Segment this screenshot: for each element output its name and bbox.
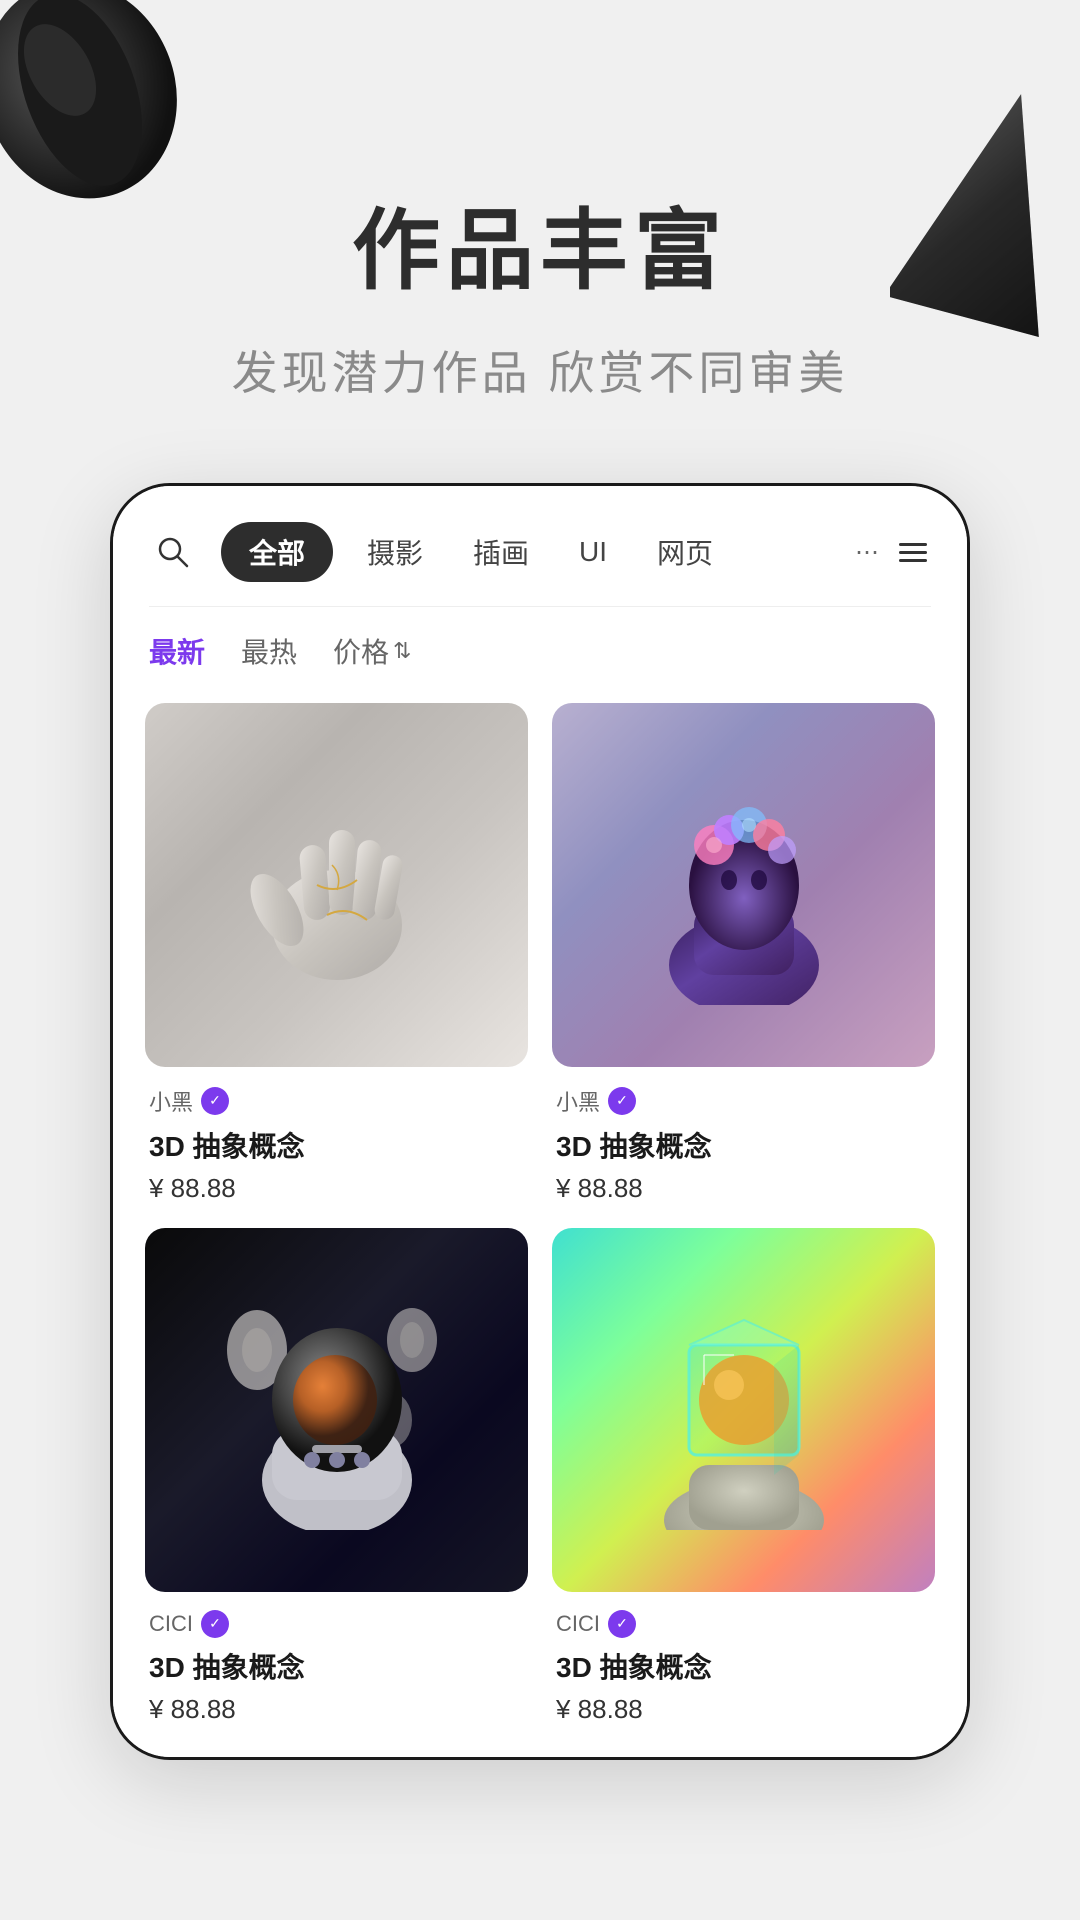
- product-price-3: ¥ 88.88: [149, 1694, 524, 1725]
- phone-container: 全部 摄影 插画 UI 网页 ⋯ 最新: [0, 483, 1080, 1760]
- search-button[interactable]: [149, 528, 197, 576]
- product-image-3: [145, 1228, 528, 1592]
- nav-menu-icon[interactable]: [895, 534, 931, 570]
- product-grid: 小黑 ✓ 3D 抽象概念 ¥ 88.88: [113, 691, 967, 1757]
- product-price-2: ¥ 88.88: [556, 1173, 931, 1204]
- product-price-1: ¥ 88.88: [149, 1173, 524, 1204]
- verified-check-4: ✓: [616, 1615, 628, 1632]
- product-title-2: 3D 抽象概念: [556, 1125, 931, 1165]
- astronaut-image: [145, 1228, 528, 1592]
- product-card-1[interactable]: 小黑 ✓ 3D 抽象概念 ¥ 88.88: [133, 691, 540, 1216]
- menu-line: [899, 551, 927, 554]
- author-name-3: CICI: [149, 1611, 193, 1637]
- hero-section: 作品丰富 发现潜力作品 欣赏不同审美: [0, 0, 1080, 463]
- sort-tab-price[interactable]: 价格 ⇅: [333, 631, 411, 671]
- hand-illustration: [227, 765, 447, 1005]
- product-image-4: [552, 1228, 935, 1592]
- product-title-1: 3D 抽象概念: [149, 1125, 524, 1165]
- product-meta-3: CICI ✓ 3D 抽象概念 ¥ 88.88: [145, 1610, 528, 1725]
- nav-pills: 全部 摄影 插画 UI 网页: [221, 522, 831, 582]
- product-card-3[interactable]: CICI ✓ 3D 抽象概念 ¥ 88.88: [133, 1216, 540, 1737]
- author-name-2: 小黑: [556, 1085, 600, 1117]
- menu-line: [899, 559, 927, 562]
- hero-subtitle: 发现潜力作品 欣赏不同审美: [0, 337, 1080, 403]
- product-image-2: [552, 703, 935, 1067]
- product-meta-2: 小黑 ✓ 3D 抽象概念 ¥ 88.88: [552, 1085, 935, 1204]
- product-meta-1: 小黑 ✓ 3D 抽象概念 ¥ 88.88: [145, 1085, 528, 1204]
- sort-tab-price-label: 价格: [333, 631, 389, 671]
- product-title-4: 3D 抽象概念: [556, 1646, 931, 1686]
- app-header: 全部 摄影 插画 UI 网页 ⋯: [113, 486, 967, 607]
- nav-pill-photo[interactable]: 摄影: [351, 522, 439, 582]
- search-icon: [155, 534, 191, 570]
- verified-badge-3: ✓: [201, 1610, 229, 1638]
- nav-pill-illustration[interactable]: 插画: [457, 522, 545, 582]
- verified-badge-4: ✓: [608, 1610, 636, 1638]
- bust-image: [552, 703, 935, 1067]
- menu-line: [899, 543, 927, 546]
- verified-check-1: ✓: [209, 1092, 221, 1109]
- cube-image: [552, 1228, 935, 1592]
- product-author-1: 小黑 ✓: [149, 1085, 524, 1117]
- product-meta-4: CICI ✓ 3D 抽象概念 ¥ 88.88: [552, 1610, 935, 1725]
- product-card-2[interactable]: 小黑 ✓ 3D 抽象概念 ¥ 88.88: [540, 691, 947, 1216]
- phone-mockup: 全部 摄影 插画 UI 网页 ⋯ 最新: [110, 483, 970, 1760]
- nav-pill-web[interactable]: 网页: [641, 522, 729, 582]
- sort-tab-newest[interactable]: 最新: [149, 631, 205, 671]
- product-title-3: 3D 抽象概念: [149, 1646, 524, 1686]
- product-image-1: [145, 703, 528, 1067]
- verified-badge-2: ✓: [608, 1087, 636, 1115]
- hero-title: 作品丰富: [0, 180, 1080, 307]
- hand-image: [145, 703, 528, 1067]
- sort-tab-hot[interactable]: 最热: [241, 631, 297, 671]
- nav-pill-ui[interactable]: UI: [563, 526, 623, 578]
- product-author-4: CICI ✓: [556, 1610, 931, 1638]
- sort-tabs: 最新 最热 价格 ⇅: [113, 607, 967, 691]
- product-price-4: ¥ 88.88: [556, 1694, 931, 1725]
- verified-check-2: ✓: [616, 1092, 628, 1109]
- product-author-3: CICI ✓: [149, 1610, 524, 1638]
- cube-illustration: [634, 1290, 854, 1530]
- astronaut-illustration: [227, 1290, 447, 1530]
- sort-price-arrow: ⇅: [393, 638, 411, 664]
- verified-check-3: ✓: [209, 1615, 221, 1632]
- app-nav: 全部 摄影 插画 UI 网页 ⋯: [149, 522, 931, 607]
- nav-more-icon[interactable]: ⋯: [855, 538, 881, 567]
- verified-badge-1: ✓: [201, 1087, 229, 1115]
- product-card-4[interactable]: CICI ✓ 3D 抽象概念 ¥ 88.88: [540, 1216, 947, 1737]
- bust-illustration: [634, 765, 854, 1005]
- product-author-2: 小黑 ✓: [556, 1085, 931, 1117]
- nav-pill-all[interactable]: 全部: [221, 522, 333, 582]
- author-name-1: 小黑: [149, 1085, 193, 1117]
- author-name-4: CICI: [556, 1611, 600, 1637]
- nav-more-icons: ⋯: [855, 534, 931, 570]
